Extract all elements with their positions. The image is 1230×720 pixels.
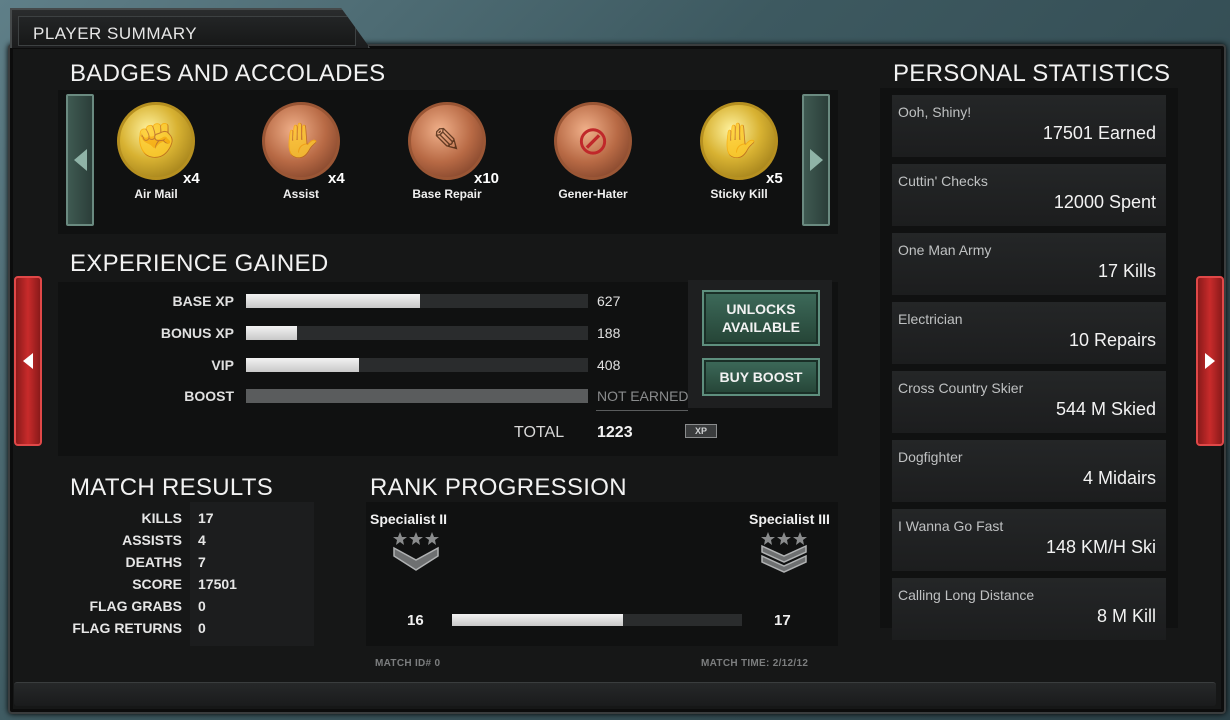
stat-label: ASSISTS (122, 532, 182, 548)
badge-count: x5 (766, 170, 783, 187)
total-value: 1223 (597, 424, 633, 441)
title-tab: PLAYER SUMMARY (10, 8, 370, 48)
stat-label: DEATHS (125, 554, 182, 570)
wrench-icon: ✎ (408, 102, 486, 180)
match-results-title: MATCH RESULTS (70, 474, 274, 501)
badges-prev-button[interactable] (66, 94, 94, 226)
stat-value: 7 (198, 554, 206, 570)
stat-name: Electrician (898, 311, 963, 327)
stat-card: I Wanna Go Fast 148 KM/H Ski (892, 509, 1166, 571)
arrow-right-icon (1205, 353, 1215, 369)
rank-title: RANK PROGRESSION (370, 474, 627, 501)
fist-icon: ✊ (117, 102, 195, 180)
next-rank-name: Specialist III (749, 511, 830, 527)
badges-next-button[interactable] (802, 94, 830, 226)
personal-stats-title: PERSONAL STATISTICS (893, 60, 1171, 87)
unlocks-available-button[interactable]: UNLOCKS AVAILABLE (702, 290, 820, 346)
current-rank-name: Specialist II (370, 511, 448, 527)
buy-boost-button[interactable]: BUY BOOST (702, 358, 820, 396)
badge-label: Assist (282, 187, 320, 201)
xp-icon: XP (685, 424, 717, 438)
experience-title: EXPERIENCE GAINED (70, 250, 329, 277)
stat-value: 0 (198, 620, 206, 636)
stat-card: Electrician 10 Repairs (892, 302, 1166, 364)
stat-card: Cuttin' Checks 12000 Spent (892, 164, 1166, 226)
stat-name: Cuttin' Checks (898, 173, 988, 189)
stat-value: 17 (198, 510, 214, 526)
xp-row-label: VIP (211, 357, 234, 373)
badge-count: x4 (183, 170, 200, 187)
stat-card: Dogfighter 4 Midairs (892, 440, 1166, 502)
footer-bar (14, 682, 1216, 706)
stat-label: FLAG RETURNS (72, 620, 182, 636)
stat-name: Cross Country Skier (898, 380, 1024, 396)
total-label: TOTAL (514, 424, 565, 441)
badge-count: x10 (474, 170, 500, 187)
stat-name: One Man Army (898, 242, 992, 258)
xp-bar-base (246, 294, 588, 308)
badge-label: Gener-Hater (558, 187, 628, 201)
stat-value: 0 (198, 598, 206, 614)
xp-row-label: BASE XP (172, 293, 234, 309)
xp-row-label: BOOST (184, 388, 234, 404)
stat-label: KILLS (141, 510, 182, 526)
stat-value: 10 Repairs (1068, 330, 1156, 350)
stat-card: Ooh, Shiny! 17501 Earned (892, 95, 1166, 157)
badge-label: Sticky Kill (710, 187, 768, 201)
total-divider (596, 410, 688, 411)
xp-row-value: 627 (597, 293, 621, 309)
arrow-left-icon (73, 149, 87, 171)
stat-value: 148 KM/H Ski (1045, 537, 1156, 557)
xp-row-value: NOT EARNED (597, 388, 689, 404)
rank-chevron-icon (761, 532, 807, 573)
stat-value: 17501 (198, 576, 237, 592)
no-generator-icon: ⊘ (554, 102, 632, 180)
sticky-hand-icon: ✋ (700, 102, 778, 180)
stat-label: SCORE (132, 576, 182, 592)
badge-count: x4 (328, 170, 345, 187)
badge-label: Base Repair (412, 187, 482, 201)
stat-value: 12000 Spent (1053, 192, 1156, 212)
stat-value: 544 M Skied (1055, 399, 1156, 419)
match-id: MATCH ID# 0 (375, 658, 441, 669)
badge-label: Air Mail (134, 187, 178, 201)
xp-bar-vip (246, 358, 588, 372)
stat-card: Cross Country Skier 544 M Skied (892, 371, 1166, 433)
stat-card: Calling Long Distance 8 M Kill (892, 578, 1166, 640)
stat-name: Ooh, Shiny! (898, 104, 972, 120)
arrow-left-icon (23, 353, 33, 369)
xp-bar-boost (246, 389, 588, 403)
stat-value: 4 Midairs (1082, 468, 1156, 488)
stat-value: 4 (198, 532, 206, 548)
page-title: PLAYER SUMMARY (33, 24, 198, 43)
badge-assist[interactable]: ✋ x4 Assist (246, 100, 356, 210)
stat-name: Dogfighter (898, 449, 963, 465)
rank-chevron-icon (393, 532, 439, 571)
stat-card: One Man Army 17 Kills (892, 233, 1166, 295)
next-page-button[interactable] (1196, 276, 1224, 446)
badge-sticky-kill[interactable]: ✋ x5 Sticky Kill (684, 100, 794, 210)
xp-bar-bonus (246, 326, 588, 340)
arrow-right-icon (809, 149, 823, 171)
xp-row-value: 408 (597, 357, 621, 373)
current-rank-level: 16 (407, 612, 424, 629)
stat-name: I Wanna Go Fast (898, 518, 1004, 534)
xp-row-value: 188 (597, 325, 621, 341)
match-time: MATCH TIME: 2/12/12 (701, 658, 809, 669)
stat-value: 8 M Kill (1096, 606, 1156, 626)
stat-name: Calling Long Distance (898, 587, 1035, 603)
prev-page-button[interactable] (14, 276, 42, 446)
stat-value: 17 Kills (1097, 261, 1156, 281)
badge-base-repair[interactable]: ✎ x10 Base Repair (392, 100, 502, 210)
stat-value: 17501 Earned (1042, 123, 1156, 143)
badge-gener-hater[interactable]: ⊘ Gener-Hater (538, 100, 648, 210)
next-rank-level: 17 (774, 612, 791, 629)
xp-row-label: BONUS XP (160, 325, 234, 341)
rank-progress-bar (452, 614, 742, 626)
handshake-icon: ✋ (262, 102, 340, 180)
badge-air-mail[interactable]: ✊ x4 Air Mail (101, 100, 211, 210)
stat-label: FLAG GRABS (89, 598, 182, 614)
badges-title: BADGES AND ACCOLADES (70, 60, 386, 87)
